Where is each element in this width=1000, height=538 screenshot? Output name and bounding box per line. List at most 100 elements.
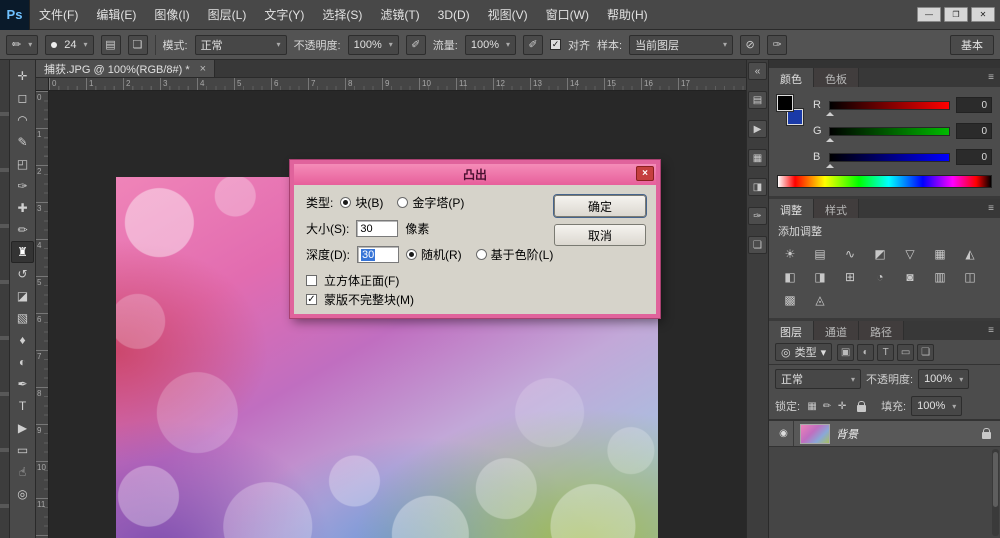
depth-radio-option[interactable]: 基于色阶(L) — [475, 246, 553, 263]
type-radio-option[interactable]: 金字塔(P) — [397, 194, 464, 211]
flow-dropdown[interactable]: 100% ▾ — [464, 34, 516, 55]
align-checkbox[interactable]: ✓ — [550, 39, 561, 50]
menu-item[interactable]: 图层(L) — [199, 0, 256, 29]
cancel-button[interactable]: 取消 — [554, 224, 646, 246]
close-tab-icon[interactable]: × — [200, 63, 206, 75]
dialog-close-button[interactable]: × — [636, 166, 654, 181]
opacity-dropdown[interactable]: 100% ▾ — [347, 34, 399, 55]
dock-panel-adjustments-icon[interactable]: ▦ — [748, 149, 767, 167]
restore-button[interactable]: ❐ — [944, 7, 968, 22]
black-white-icon[interactable]: ◧ — [777, 267, 803, 286]
filter-image-icon[interactable]: ▣ — [837, 343, 855, 361]
color-lookup-icon[interactable]: ◔ — [867, 267, 893, 286]
photo-filter-icon[interactable]: ◨ — [807, 267, 833, 286]
blue-slider[interactable] — [826, 152, 950, 168]
threshold-icon[interactable]: ◫ — [957, 267, 983, 286]
red-slider[interactable] — [826, 100, 950, 116]
pen-tool[interactable]: ✒ — [11, 373, 34, 395]
green-value[interactable]: 0 — [956, 123, 992, 139]
move-tool[interactable]: ✛ — [11, 65, 34, 87]
menu-item[interactable]: 文字(Y) — [255, 0, 313, 29]
menu-item[interactable]: 帮助(H) — [598, 0, 657, 29]
menu-item[interactable]: 滤镜(T) — [371, 0, 428, 29]
menu-item[interactable]: 编辑(E) — [87, 0, 145, 29]
exposure-icon[interactable]: ◩ — [867, 244, 893, 263]
basic-workspace-button[interactable]: 基本 — [950, 34, 994, 55]
dock-panel-brush-icon[interactable]: ✑ — [748, 207, 767, 225]
vibrance-icon[interactable]: ▽ — [897, 244, 923, 263]
brightness-contrast-icon[interactable]: ☀ — [777, 244, 803, 263]
marquee-tool[interactable]: ◻ — [11, 87, 34, 109]
menu-item[interactable]: 视图(V) — [479, 0, 537, 29]
panel-menu-icon[interactable]: ≡ — [982, 321, 1000, 340]
menu-item[interactable]: 3D(D) — [429, 0, 479, 29]
shape-tool[interactable]: ▭ — [11, 439, 34, 461]
menu-item[interactable]: 窗口(W) — [537, 0, 598, 29]
panel-tab[interactable]: 样式 — [814, 199, 859, 218]
dock-panel-clone-source-icon[interactable]: ❏ — [748, 236, 767, 254]
minimize-button[interactable]: — — [917, 7, 941, 22]
zoom-tool[interactable]: ◎ — [11, 483, 34, 505]
type-radio-option[interactable]: 块(B) — [340, 194, 383, 211]
color-balance-icon[interactable]: ◭ — [957, 244, 983, 263]
healing-brush-tool[interactable]: ✚ — [11, 197, 34, 219]
filter-smart-object-icon[interactable]: ❏ — [917, 343, 935, 361]
dodge-tool[interactable]: ◐ — [11, 351, 34, 373]
mode-dropdown[interactable]: 正常 ▾ — [194, 34, 287, 55]
hue-saturation-icon[interactable]: ▦ — [927, 244, 953, 263]
scrollbar-thumb[interactable] — [993, 452, 998, 507]
lock-position-icon[interactable]: ✛ — [835, 399, 849, 414]
layer-thumbnail[interactable] — [800, 423, 830, 444]
selective-color-icon[interactable]: ◬ — [807, 290, 833, 309]
lock-transparency-icon[interactable]: ▦ — [805, 399, 819, 414]
sample-ignore-adjustments-button[interactable]: ⊘ — [740, 34, 761, 55]
layer-opacity-dropdown[interactable]: 100% ▾ — [918, 369, 970, 389]
filter-type-icon[interactable]: T — [877, 343, 895, 361]
red-value[interactable]: 0 — [956, 97, 992, 113]
panel-tab[interactable]: 调整 — [769, 199, 814, 218]
depth-radio-option[interactable]: 随机(R) — [406, 246, 462, 263]
dialog-checkbox-row[interactable]: 立方体正面(F) — [306, 272, 554, 289]
crop-tool[interactable]: ◰ — [11, 153, 34, 175]
sample-dropdown[interactable]: 当前图层 ▾ — [629, 34, 734, 55]
invert-icon[interactable]: ◙ — [897, 267, 923, 286]
filter-adjustment-icon[interactable]: ◐ — [857, 343, 875, 361]
dock-expand-icon[interactable]: « — [748, 62, 767, 80]
close-button[interactable]: ✕ — [971, 7, 995, 22]
foreground-color-swatch[interactable] — [777, 95, 793, 111]
layers-scrollbar[interactable] — [992, 449, 999, 536]
collapsed-dock-strip[interactable] — [0, 60, 10, 538]
lock-pixels-icon[interactable]: ✏ — [820, 399, 834, 414]
fill-dropdown[interactable]: 100% ▾ — [911, 396, 963, 416]
layer-row-background[interactable]: ◉ 背景 — [769, 420, 1000, 447]
ok-button[interactable]: 确定 — [554, 195, 646, 217]
menu-item[interactable]: 选择(S) — [313, 0, 371, 29]
dock-header-strip[interactable] — [769, 60, 1000, 68]
panel-tab[interactable]: 通道 — [814, 321, 859, 340]
panel-tab[interactable]: 色板 — [814, 68, 859, 87]
dock-panel-actions-icon[interactable]: ▶ — [748, 120, 767, 138]
dock-panel-masks-icon[interactable]: ◨ — [748, 178, 767, 196]
posterize-icon[interactable]: ▥ — [927, 267, 953, 286]
eyedropper-tool[interactable]: ✑ — [11, 175, 34, 197]
history-brush-tool[interactable]: ↺ — [11, 263, 34, 285]
channel-mixer-icon[interactable]: ⊞ — [837, 267, 863, 286]
dialog-title-bar[interactable]: 凸出 × — [294, 164, 656, 185]
lock-all-toggle[interactable] — [854, 399, 868, 414]
pressure-size-button[interactable]: ✑ — [767, 34, 788, 55]
levels-icon[interactable]: ▤ — [807, 244, 833, 263]
panel-tab[interactable]: 颜色 — [769, 68, 814, 87]
depth-input[interactable]: 30 — [357, 246, 399, 263]
hand-tool[interactable]: ☝ — [11, 461, 34, 483]
tool-preset-picker[interactable]: ✏ ▾ — [6, 34, 39, 55]
blur-tool[interactable]: ♦ — [11, 329, 34, 351]
size-input[interactable]: 30 — [356, 220, 399, 237]
lasso-tool[interactable]: ◠ — [11, 109, 34, 131]
brush-size-picker[interactable]: 24 ▾ — [45, 34, 94, 55]
blend-mode-dropdown[interactable]: 正常 ▾ — [775, 369, 861, 389]
visibility-eye-icon[interactable]: ◉ — [774, 421, 794, 446]
gradient-tool[interactable]: ▧ — [11, 307, 34, 329]
dialog-checkbox-row[interactable]: ✓ 蒙版不完整块(M) — [306, 291, 554, 308]
type-tool[interactable]: T — [11, 395, 34, 417]
curves-icon[interactable]: ∿ — [837, 244, 863, 263]
